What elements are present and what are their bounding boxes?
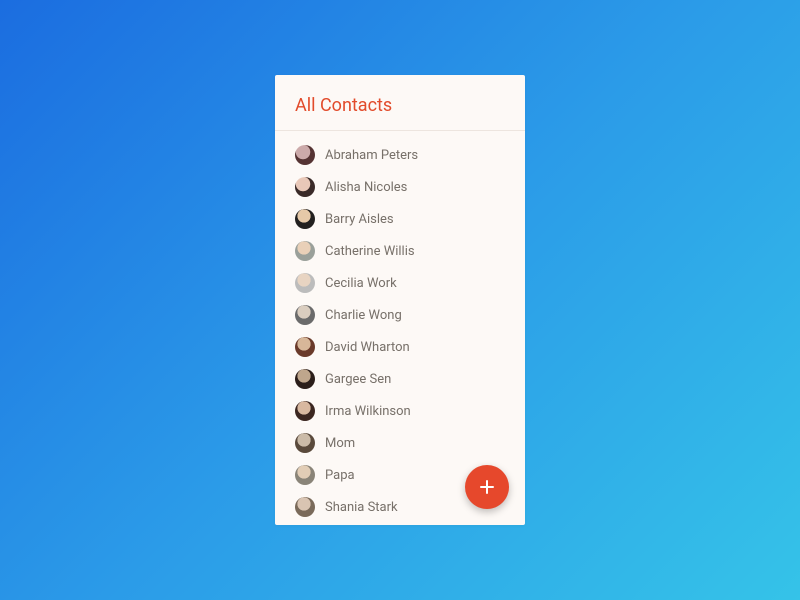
avatar bbox=[295, 465, 315, 485]
contacts-card: All Contacts Abraham Peters Alisha Nicol… bbox=[275, 75, 525, 525]
contact-row[interactable]: Alisha Nicoles bbox=[275, 171, 525, 203]
avatar bbox=[295, 497, 315, 517]
contact-row[interactable]: Gargee Sen bbox=[275, 363, 525, 395]
contact-name: David Wharton bbox=[325, 340, 410, 355]
contact-name: Cecilia Work bbox=[325, 276, 397, 291]
avatar bbox=[295, 209, 315, 229]
contact-name: Alisha Nicoles bbox=[325, 180, 407, 195]
contact-name: Mom bbox=[325, 436, 355, 451]
add-contact-button[interactable] bbox=[465, 465, 509, 509]
contact-row[interactable]: Barry Aisles bbox=[275, 203, 525, 235]
avatar bbox=[295, 305, 315, 325]
contact-row[interactable]: Cecilia Work bbox=[275, 267, 525, 299]
plus-icon bbox=[478, 478, 496, 496]
avatar bbox=[295, 241, 315, 261]
contact-name: Irma Wilkinson bbox=[325, 404, 411, 419]
avatar bbox=[295, 145, 315, 165]
contact-name: Barry Aisles bbox=[325, 212, 394, 227]
contact-name: Shania Stark bbox=[325, 500, 398, 515]
avatar bbox=[295, 337, 315, 357]
contact-row[interactable]: Irma Wilkinson bbox=[275, 395, 525, 427]
page-title: All Contacts bbox=[295, 95, 505, 116]
contact-name: Gargee Sen bbox=[325, 372, 391, 387]
avatar bbox=[295, 177, 315, 197]
contact-name: Abraham Peters bbox=[325, 148, 418, 163]
contact-name: Papa bbox=[325, 468, 355, 483]
card-header: All Contacts bbox=[275, 75, 525, 131]
avatar bbox=[295, 273, 315, 293]
contact-row[interactable]: Mom bbox=[275, 427, 525, 459]
contact-name: Catherine Willis bbox=[325, 244, 415, 259]
avatar bbox=[295, 433, 315, 453]
contact-row[interactable]: David Wharton bbox=[275, 331, 525, 363]
avatar bbox=[295, 369, 315, 389]
avatar bbox=[295, 401, 315, 421]
contact-row[interactable]: Catherine Willis bbox=[275, 235, 525, 267]
contact-row[interactable]: Abraham Peters bbox=[275, 139, 525, 171]
contact-row[interactable]: Charlie Wong bbox=[275, 299, 525, 331]
contact-name: Charlie Wong bbox=[325, 308, 402, 323]
